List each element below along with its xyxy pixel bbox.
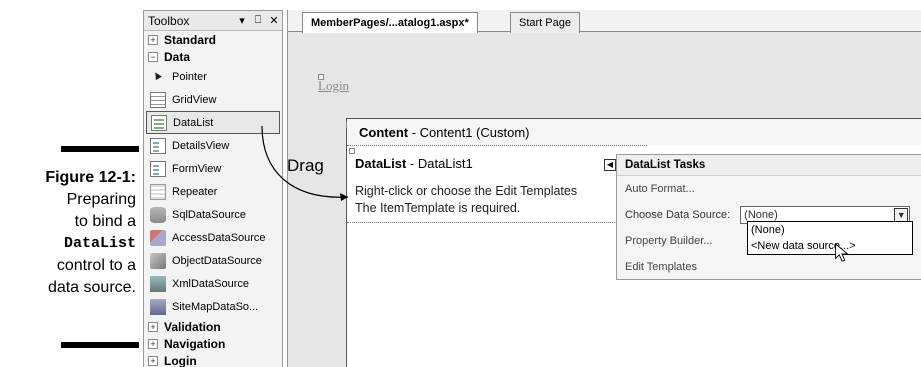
datalist-title: DataList - DataList1 xyxy=(355,156,473,171)
caption-bottom-bar xyxy=(61,342,139,348)
caption-line: Preparing xyxy=(66,191,136,208)
item-label: GridView xyxy=(172,93,217,106)
tasks-title: DataList Tasks xyxy=(617,155,921,176)
toolbox-item-gridview[interactable]: GridView xyxy=(144,88,282,111)
repeater-icon xyxy=(150,183,166,200)
toolbox-item-objectdatasource[interactable]: ObjectDataSource xyxy=(144,249,282,272)
drag-annotation-label: Drag xyxy=(287,156,324,175)
toolbox-group-login[interactable]: + Login xyxy=(144,352,282,367)
sitemap-icon xyxy=(150,298,166,315)
close-icon[interactable]: ✕ xyxy=(266,14,282,27)
access-icon xyxy=(150,229,166,246)
toolbox-group-navigation[interactable]: + Navigation xyxy=(144,335,282,352)
item-label: DataList xyxy=(173,116,214,129)
designer-surface: MemberPages/...atalog1.aspx* Start Page … xyxy=(287,10,921,367)
item-label: SiteMapDataSo... xyxy=(172,300,259,313)
toolbox-header: Toolbox ▾ ⎕ ✕ xyxy=(144,11,282,31)
mouse-cursor-icon xyxy=(835,243,849,262)
group-label: Standard xyxy=(164,32,217,47)
datalist-type: DataList xyxy=(355,156,407,171)
datalist-hint-line: The ItemTemplate is required. xyxy=(355,201,521,215)
selected-value: (None) xyxy=(744,209,778,221)
toolbox-item-repeater[interactable]: Repeater xyxy=(144,180,282,203)
xml-icon xyxy=(150,275,166,292)
item-label: Repeater xyxy=(172,185,218,198)
item-label: XmlDataSource xyxy=(172,277,250,290)
database-icon xyxy=(150,206,166,223)
pin-icon[interactable]: ⎕ xyxy=(250,14,266,27)
toolbox-group-data[interactable]: − Data xyxy=(144,48,282,65)
caption-line: DataList xyxy=(63,235,136,252)
content-name: - Content1 (Custom) xyxy=(408,125,530,140)
caption-line: control to a xyxy=(56,257,136,274)
toolbox-title: Toolbox xyxy=(148,13,190,28)
detailsview-icon xyxy=(150,137,166,154)
figure-caption: Figure 12-1: Preparing to bind a DataLis… xyxy=(0,167,136,299)
datalist-icon xyxy=(151,114,167,131)
dropdown-option-new[interactable]: <New data source...> xyxy=(748,238,912,254)
datalist-hint-line: Right-click or choose the Edit Templates xyxy=(355,184,578,198)
gridview-icon xyxy=(150,91,166,108)
datalist-tasks-panel: ◀ DataList Tasks Auto Format... Choose D… xyxy=(604,154,921,280)
collapse-arrow-icon[interactable]: ◀ xyxy=(604,159,616,171)
caption-line: data source. xyxy=(47,279,136,296)
login-link[interactable]: Login xyxy=(318,78,349,94)
collapse-icon[interactable]: − xyxy=(148,51,158,62)
figure-number: Figure 12-1: xyxy=(45,169,136,186)
toolbox-item-detailsview[interactable]: DetailsView xyxy=(144,134,282,157)
toolbox-panel: Toolbox ▾ ⎕ ✕ + Standard − Data Pointer … xyxy=(143,10,283,367)
auto-format-link[interactable]: Auto Format... xyxy=(617,176,921,202)
toolbox-item-xmldatasource[interactable]: XmlDataSource xyxy=(144,272,282,295)
tab-start-page[interactable]: Start Page xyxy=(510,12,580,33)
chevron-down-icon[interactable]: ▼ xyxy=(894,208,909,222)
expand-icon[interactable]: + xyxy=(148,338,158,349)
item-label: AccessDataSource xyxy=(172,231,266,244)
pointer-icon xyxy=(150,69,166,85)
expand-icon[interactable]: + xyxy=(148,355,158,366)
toolbox-item-formview[interactable]: FormView xyxy=(144,157,282,180)
document-tabs: MemberPages/...atalog1.aspx* Start Page xyxy=(288,10,921,33)
object-icon xyxy=(150,252,166,269)
group-label: Validation xyxy=(164,319,221,334)
toolbox-item-accessdatasource[interactable]: AccessDataSource xyxy=(144,226,282,249)
caption-line: to bind a xyxy=(74,213,136,230)
group-label: Navigation xyxy=(164,336,226,351)
group-label: Login xyxy=(164,353,197,367)
formview-icon xyxy=(150,160,166,177)
content-label: Content xyxy=(359,125,409,140)
tab-catalog[interactable]: MemberPages/...atalog1.aspx* xyxy=(302,12,478,33)
dropdown-icon[interactable]: ▾ xyxy=(234,14,250,27)
dropdown-option-none[interactable]: (None) xyxy=(748,222,912,238)
toolbox-item-sitemapdatasource[interactable]: SiteMapDataSo... xyxy=(144,295,282,318)
item-label: SqlDataSource xyxy=(172,208,246,221)
group-label: Data xyxy=(164,49,191,64)
item-label: DetailsView xyxy=(172,139,230,152)
item-label: FormView xyxy=(172,162,222,175)
caption-top-bar xyxy=(61,146,139,152)
data-source-dropdown-list: (None) <New data source...> xyxy=(747,221,913,255)
content-header: Content - Content1 (Custom) xyxy=(347,119,921,145)
item-label: ObjectDataSource xyxy=(172,254,262,267)
toolbox-item-pointer[interactable]: Pointer xyxy=(144,65,282,88)
smart-tag-marker[interactable] xyxy=(349,148,355,154)
toolbox-item-sqldatasource[interactable]: SqlDataSource xyxy=(144,203,282,226)
item-label: Pointer xyxy=(172,70,207,83)
toolbox-group-validation[interactable]: + Validation xyxy=(144,318,282,335)
choose-data-source-label: Choose Data Source: xyxy=(625,209,731,221)
datalist-control[interactable]: DataList - DataList1 Right-click or choo… xyxy=(347,145,647,223)
expand-icon[interactable]: + xyxy=(148,34,158,45)
toolbox-group-standard[interactable]: + Standard xyxy=(144,31,282,48)
datalist-id: - DataList1 xyxy=(406,156,473,171)
expand-icon[interactable]: + xyxy=(148,321,158,332)
edit-templates-link[interactable]: Edit Templates xyxy=(617,254,921,280)
toolbox-item-datalist[interactable]: DataList xyxy=(146,111,280,134)
